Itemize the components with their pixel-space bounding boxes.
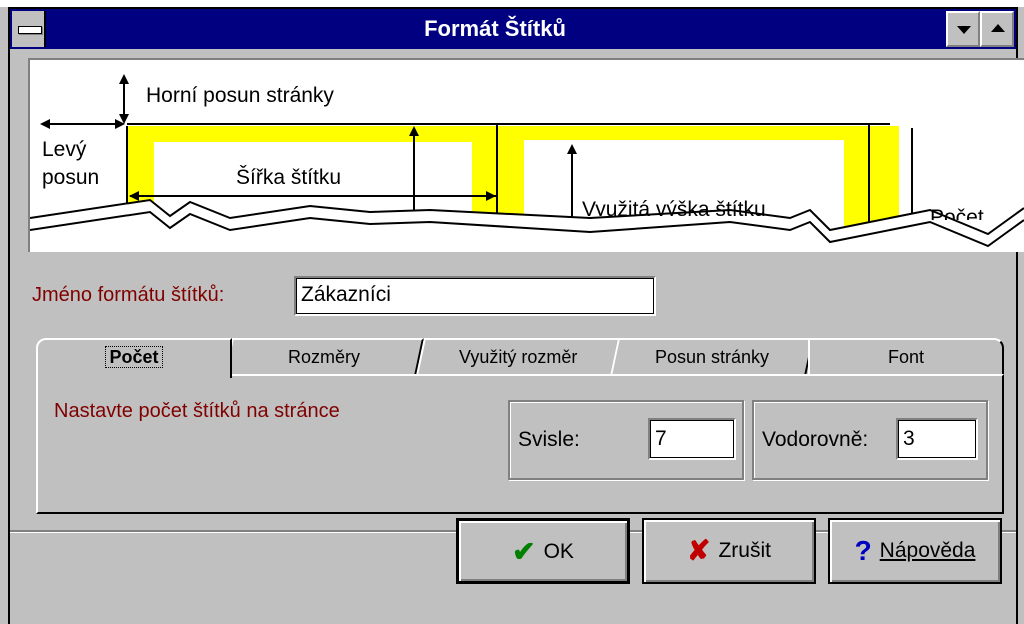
horizontal-count-input[interactable]: 3 [896,418,978,460]
tab-count[interactable]: Počet [36,338,232,378]
format-name-input[interactable]: Zákazníci [294,276,656,316]
left-offset-label-2: posun [42,166,100,189]
maximize-icon [991,24,1005,32]
format-name-label: Jméno formátu štítků: [32,284,225,306]
help-button-label: Nápověda [879,539,976,562]
horizontal-label: Vodorovně: [762,428,869,451]
tab-dimensions[interactable]: Rozměry [223,338,425,376]
window-title: Formát Štítků [424,16,566,41]
vertical-label: Svisle: [518,428,580,451]
maximize-button[interactable] [980,11,1014,47]
count-instruction: Nastavte počet štítků na stránce [54,400,340,422]
tab-dimensions-label: Rozměry [287,347,360,367]
tab-font[interactable]: Font [808,338,1004,376]
ok-button[interactable]: ✔ OK [456,518,630,584]
count-fragment-label: Počet [930,206,984,220]
ok-button-label: OK [543,540,574,563]
system-menu-icon [18,26,42,34]
label-width-label: Šířka štítku [236,166,342,189]
tab-count-label: Počet [105,346,163,368]
tab-page-offset[interactable]: Posun stránky [609,338,815,376]
tab-used-size[interactable]: Využitý rozměr [415,338,621,376]
checkmark-icon: ✔ [512,536,536,567]
tab-font-label: Font [887,347,925,367]
cancel-button[interactable]: ✘ Zrušit [642,518,816,584]
help-button[interactable]: ? Nápověda [828,518,1002,584]
question-icon: ? [854,535,872,566]
minimize-button[interactable] [946,11,980,47]
minimize-icon [957,26,971,34]
x-icon: ✘ [687,535,711,566]
top-offset-label: Horní posun stránky [146,84,334,107]
background-strip [0,0,1024,7]
used-height-label: Využitá výška štítku [582,198,766,216]
vertical-count-input[interactable]: 7 [648,418,736,460]
system-menu-button[interactable] [12,11,46,47]
tab-page-offset-label: Posun stránky [654,347,770,367]
label-preview: Horní posun stránky Levý posun Šířka ští… [28,58,1024,252]
tab-used-size-label: Využitý rozměr [458,347,578,367]
left-offset-label-1: Levý [42,138,87,161]
cancel-button-label: Zrušit [718,539,771,562]
